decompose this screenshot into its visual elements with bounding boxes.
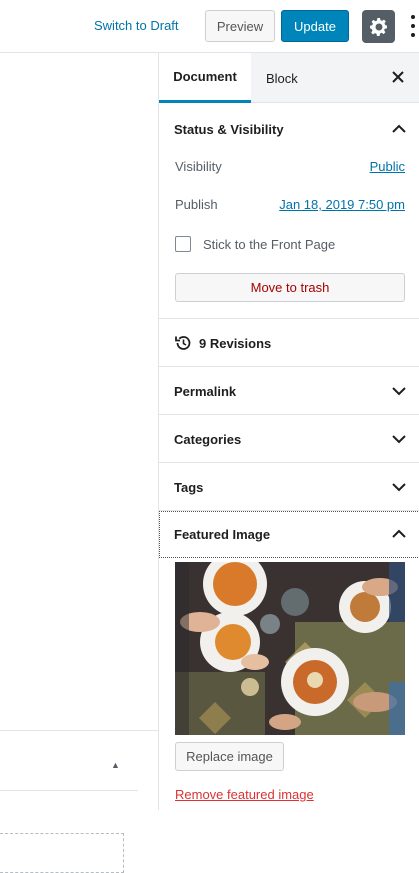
chevron-down-icon[interactable]: [392, 434, 406, 444]
sidebar-tabs: Document Block: [159, 53, 419, 103]
switch-to-draft-link[interactable]: Switch to Draft: [94, 18, 179, 33]
publish-date-link[interactable]: Jan 18, 2019 7:50 pm: [279, 197, 405, 212]
replace-image-button[interactable]: Replace image: [175, 742, 284, 771]
chevron-up-icon[interactable]: [392, 124, 406, 134]
close-icon[interactable]: [391, 70, 405, 84]
editor-header: Switch to Draft Preview Update: [0, 0, 419, 53]
settings-button[interactable]: [362, 10, 395, 43]
publish-label: Publish: [175, 197, 218, 212]
permalink-panel[interactable]: Permalink: [159, 367, 419, 415]
revisions-panel[interactable]: 9 Revisions: [159, 319, 419, 367]
chevron-down-icon[interactable]: [392, 482, 406, 492]
move-to-trash-button[interactable]: Move to trash: [175, 273, 405, 302]
settings-sidebar: Document Block Status & Visibility Visib…: [158, 53, 419, 810]
tab-block[interactable]: Block: [266, 53, 298, 103]
status-visibility-panel: Status & Visibility Visibility Public Pu…: [159, 103, 419, 319]
tab-document[interactable]: Document: [159, 53, 251, 103]
gear-icon: [369, 17, 387, 36]
sticky-label[interactable]: Stick to the Front Page: [203, 237, 335, 252]
chevron-up-icon[interactable]: [392, 529, 406, 539]
update-button[interactable]: Update: [281, 10, 349, 42]
visibility-label: Visibility: [175, 159, 222, 174]
categories-panel[interactable]: Categories: [159, 415, 419, 463]
sticky-checkbox[interactable]: [175, 236, 191, 252]
triangle-up-icon[interactable]: ▲: [111, 760, 120, 770]
divider: [0, 790, 138, 791]
preview-button[interactable]: Preview: [205, 10, 275, 42]
remove-featured-image-link[interactable]: Remove featured image: [175, 787, 314, 802]
panel-title[interactable]: Tags: [174, 480, 203, 495]
panel-title[interactable]: Featured Image: [174, 527, 270, 542]
featured-image-preview[interactable]: [175, 562, 405, 735]
editor-canvas[interactable]: ▲: [0, 53, 158, 873]
panel-title[interactable]: Status & Visibility: [174, 122, 284, 137]
more-vertical-icon: [411, 15, 415, 19]
history-icon: [175, 336, 191, 350]
block-appender[interactable]: [0, 833, 124, 873]
chevron-down-icon[interactable]: [392, 386, 406, 396]
food-table-photo: [175, 562, 405, 735]
revisions-link[interactable]: 9 Revisions: [199, 336, 271, 351]
more-menu-button[interactable]: [408, 15, 418, 37]
visibility-value-link[interactable]: Public: [370, 159, 405, 174]
tags-panel[interactable]: Tags: [159, 463, 419, 511]
panel-title[interactable]: Permalink: [174, 384, 236, 399]
featured-image-panel: Featured Image Replace image Remove feat…: [159, 511, 419, 810]
divider: [0, 730, 158, 731]
panel-title[interactable]: Categories: [174, 432, 241, 447]
